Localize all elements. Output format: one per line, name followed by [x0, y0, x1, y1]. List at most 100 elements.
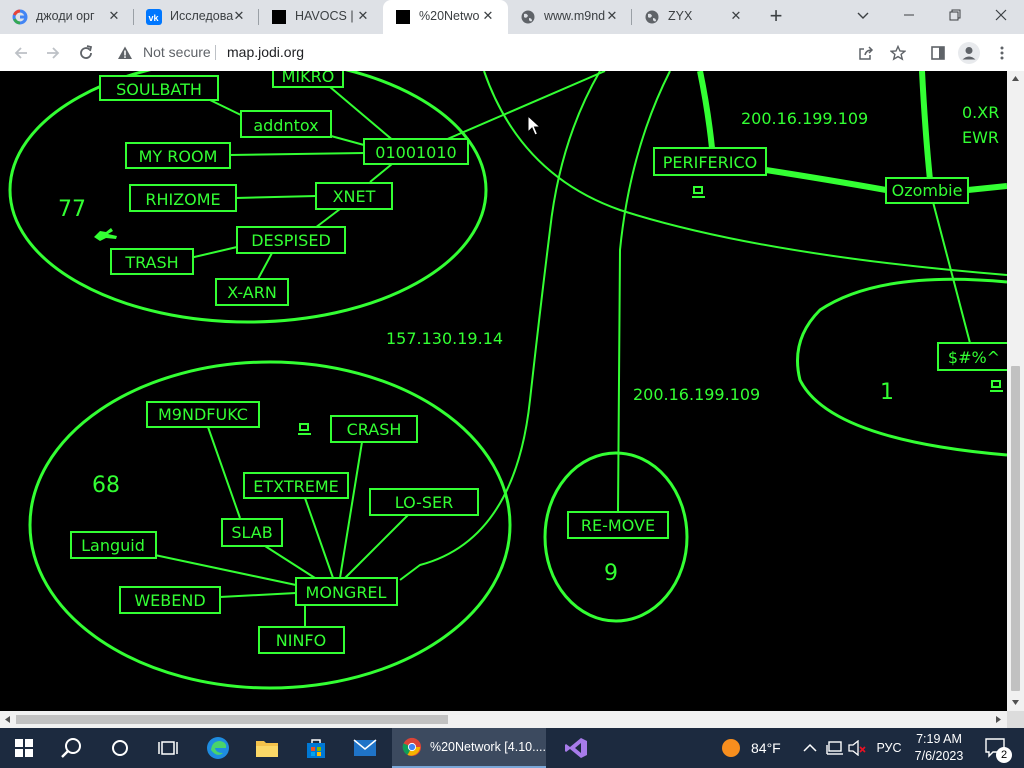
visual-studio-icon	[565, 738, 587, 758]
link-myroom	[229, 152, 365, 156]
node-addntox[interactable]: addntox	[253, 116, 318, 135]
close-tab-icon[interactable]: ✕	[604, 7, 620, 25]
minimize-button[interactable]	[886, 0, 932, 30]
bookmark-button[interactable]	[885, 40, 911, 66]
vertical-scroll-thumb[interactable]	[1011, 366, 1020, 691]
network-map-page: MIKRO SOULBATH addntox MY ROOM 01001010 …	[0, 71, 1007, 711]
link-trash	[189, 246, 238, 259]
cluster-count: 9	[604, 561, 618, 586]
address-bar[interactable]: Not secure map.jodi.org	[108, 37, 918, 67]
node-trash[interactable]: TRASH	[124, 253, 178, 272]
start-button[interactable]	[0, 728, 48, 768]
close-tab-icon[interactable]: ✕	[355, 7, 371, 25]
menu-button[interactable]	[989, 40, 1015, 66]
edge-app[interactable]	[194, 728, 242, 768]
tab-m9ndfukc[interactable]: www.m9nd ✕	[508, 0, 632, 34]
network-map: MIKRO SOULBATH addntox MY ROOM 01001010 …	[8, 71, 1007, 690]
google-icon	[12, 9, 28, 25]
node-despised[interactable]: DESPISED	[251, 231, 331, 250]
node-crash[interactable]: CRASH	[347, 420, 402, 439]
link-despised	[314, 208, 341, 229]
tab-search-button[interactable]	[840, 0, 886, 30]
scroll-down-icon[interactable]	[1011, 699, 1020, 706]
node-ozombie[interactable]: Ozombie	[892, 181, 963, 200]
link-crash	[339, 441, 363, 579]
cortana-button[interactable]	[96, 728, 144, 768]
node-rhizome[interactable]: RHIZOME	[145, 190, 220, 209]
input-language-indicator[interactable]: РУС	[873, 728, 905, 768]
restore-icon	[949, 9, 961, 21]
minimize-icon	[904, 14, 914, 16]
reload-button[interactable]	[73, 40, 99, 66]
node-xnet[interactable]: XNET	[333, 187, 376, 206]
show-hidden-icons-button[interactable]	[800, 728, 820, 768]
node-re-move[interactable]: RE-MOVE	[581, 516, 655, 535]
close-tab-icon[interactable]: ✕	[106, 7, 122, 25]
new-tab-button[interactable]: +	[764, 5, 788, 29]
reload-icon	[80, 45, 93, 59]
vk-icon: vk	[146, 9, 162, 25]
notification-center-button[interactable]: 2	[976, 728, 1016, 768]
node-x-arn[interactable]: X-ARN	[227, 283, 277, 302]
tab-zyx[interactable]: ZYX ✕	[632, 0, 756, 34]
node-languid[interactable]: Languid	[81, 536, 145, 555]
browser-toolbar: Not secure map.jodi.org	[0, 34, 1024, 72]
side-panel-button[interactable]	[925, 40, 951, 66]
close-window-button[interactable]	[978, 0, 1024, 30]
node-mongrel[interactable]: MONGREL	[306, 583, 387, 602]
node-slab[interactable]: SLAB	[231, 523, 272, 542]
mail-app[interactable]	[341, 728, 389, 768]
network-tray-button[interactable]	[823, 728, 845, 768]
node-lo-ser[interactable]: LO-SER	[395, 493, 454, 512]
file-explorer-app[interactable]	[243, 728, 291, 768]
tab-jodi-search[interactable]: джоди орг ✕	[0, 0, 134, 34]
close-tab-icon[interactable]: ✕	[231, 7, 247, 25]
task-view-button[interactable]	[144, 728, 192, 768]
restore-button[interactable]	[932, 0, 978, 30]
link-slab	[264, 545, 316, 579]
forward-button[interactable]	[40, 40, 66, 66]
visual-studio-app[interactable]	[552, 728, 600, 768]
black-square-icon	[396, 10, 410, 24]
horizontal-scrollbar[interactable]	[0, 711, 1007, 728]
link-symbols	[932, 201, 971, 344]
computer-icon	[298, 423, 311, 435]
chrome-taskbar-item[interactable]: %20Network [4.10....	[392, 728, 546, 768]
profile-button[interactable]	[956, 40, 982, 66]
security-status[interactable]: Not secure	[143, 44, 211, 60]
scroll-left-icon[interactable]	[4, 715, 11, 724]
close-tab-icon[interactable]: ✕	[480, 7, 496, 25]
node-soulbath[interactable]: SOULBATH	[116, 80, 202, 99]
node-mikro[interactable]: MIKRO	[282, 71, 335, 86]
node-m9ndfukc[interactable]: M9NDFUKC	[158, 405, 248, 424]
tab-vk[interactable]: vk Исследова ✕	[134, 0, 259, 34]
node-etxtreme[interactable]: ETXTREME	[253, 477, 338, 496]
tab-title: %20Netwo	[419, 9, 480, 23]
avatar-icon	[958, 42, 980, 64]
node-symbols[interactable]: $#%^	[948, 348, 1000, 367]
close-tab-icon[interactable]: ✕	[728, 7, 744, 25]
weather-widget[interactable]: 84°F	[720, 728, 790, 768]
cluster-count: 1	[880, 380, 894, 405]
node-01001010[interactable]: 01001010	[375, 143, 456, 162]
horizontal-scroll-thumb[interactable]	[16, 715, 448, 724]
vertical-scrollbar[interactable]	[1007, 71, 1024, 711]
back-button[interactable]	[8, 40, 34, 66]
node-periferico[interactable]: PERIFERICO	[663, 153, 758, 172]
url-text[interactable]: map.jodi.org	[227, 44, 304, 60]
scroll-right-icon[interactable]	[995, 715, 1002, 724]
node-my-room[interactable]: MY ROOM	[139, 147, 218, 166]
store-app[interactable]	[292, 728, 340, 768]
windows-taskbar: %20Network [4.10.... 84°F РУС 7:19 AM 7/…	[0, 728, 1024, 768]
node-webend[interactable]: WEBEND	[134, 591, 205, 610]
scroll-up-icon[interactable]	[1011, 75, 1020, 82]
tab-network-active[interactable]: %20Netwo ✕	[383, 0, 508, 34]
clock[interactable]: 7:19 AM 7/6/2023	[908, 728, 970, 768]
black-square-icon	[272, 10, 286, 24]
share-button[interactable]	[853, 40, 879, 66]
tab-havocs[interactable]: HAVOCS | ✕	[259, 0, 383, 34]
clock-date: 7/6/2023	[914, 749, 964, 763]
node-ninfo[interactable]: NINFO	[276, 631, 326, 650]
volume-tray-button[interactable]	[847, 728, 869, 768]
search-button[interactable]	[48, 728, 96, 768]
